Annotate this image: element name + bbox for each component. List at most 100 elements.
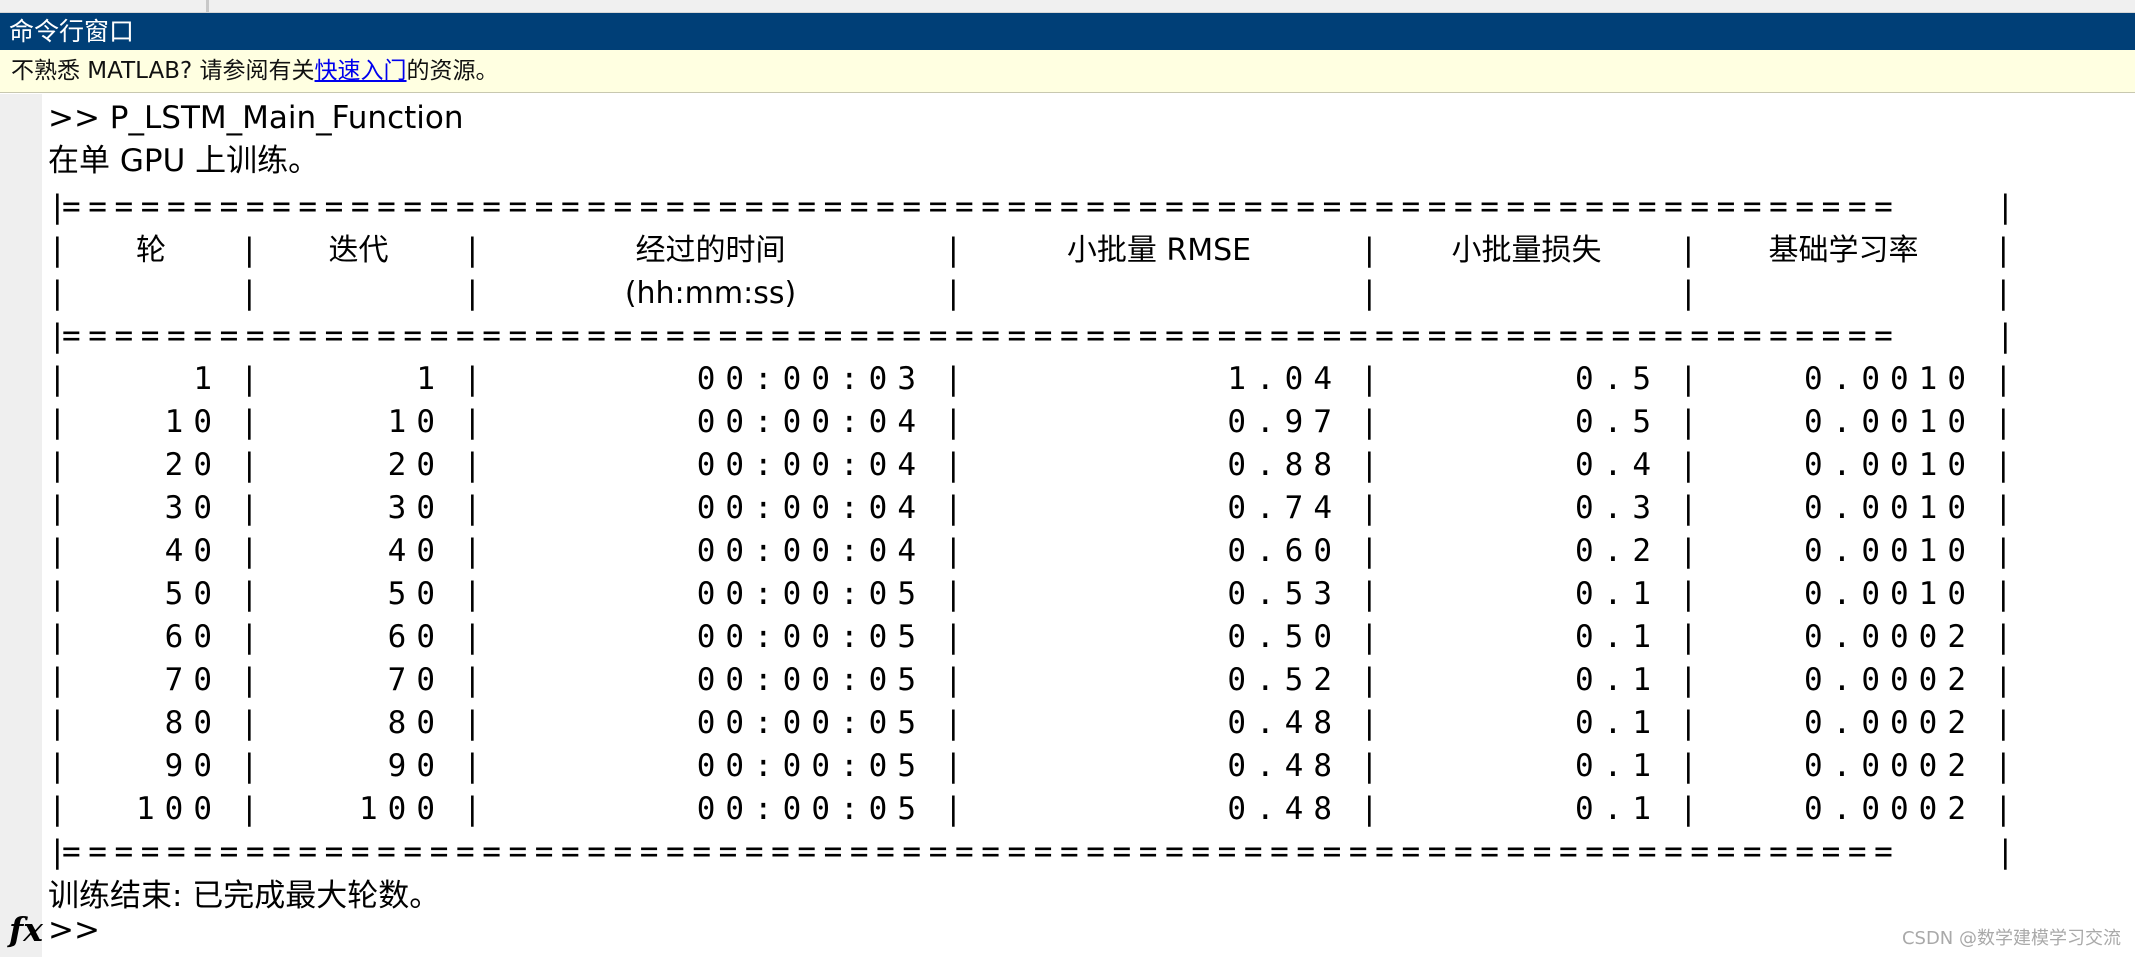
rule-line: ========================================… [62,834,1901,870]
fx-icon[interactable]: fx [9,910,43,950]
cell-iteration: 1 [416,361,445,397]
cell-minibatch-loss: 0.1 [1575,662,1661,698]
column-separator: | [1679,662,1698,698]
toolstrip-splitter[interactable] [206,0,209,12]
cell-epoch: 20 [164,447,222,483]
column-separator: | [1994,533,2013,569]
column-separator: | [463,232,482,268]
column-separator: | [1360,275,1379,311]
cell-minibatch-loss: 0.3 [1575,490,1661,526]
console-output[interactable]: >> P_LSTM_Main_Function 在单 GPU 上训练。 | ===… [48,96,2028,918]
cell-epoch: 60 [164,619,222,655]
command-gutter [0,94,42,957]
cell-epoch: 30 [164,490,222,526]
cell-iteration: 20 [387,447,445,483]
cell-time-elapsed: 00:00:03 [696,361,926,397]
cell-minibatch-rmse: 0.50 [1227,619,1342,655]
cell-iteration: 50 [387,576,445,612]
cell-time-elapsed: 00:00:04 [696,447,926,483]
header-minibatch-rmse [958,272,1360,315]
cell-iteration: 90 [387,748,445,784]
header-iteration [254,272,463,315]
column-separator: | [463,705,482,741]
cell-minibatch-rmse: 0.53 [1227,576,1342,612]
table-border: | [1996,189,2015,225]
cell-time-elapsed: 00:00:04 [696,490,926,526]
window-title-bar[interactable]: 命令行窗口 [0,13,2135,50]
column-separator: | [944,533,963,569]
column-separator: | [944,748,963,784]
getting-started-link[interactable]: 快速入门 [315,58,407,84]
table-border: | [48,318,67,354]
column-separator: | [1994,619,2013,655]
column-separator: | [48,232,67,268]
cell-epoch: 80 [164,705,222,741]
table-bottom-rule: | =======================================… [48,831,2018,874]
cell-minibatch-loss: 0.5 [1575,404,1661,440]
column-separator: | [1679,275,1698,311]
header-time-elapsed: (hh:mm:ss) [624,276,797,311]
cell-iteration: 60 [387,619,445,655]
column-separator: | [48,662,67,698]
cell-base-learning-rate: 0.0010 [1804,490,1976,526]
column-separator: | [944,791,963,827]
column-separator: | [48,533,67,569]
column-separator: | [1679,361,1698,397]
cell-time-elapsed: 00:00:05 [696,619,926,655]
table-row: | 90 | 90 | 00:00:05 | 0.48 | 0.1 | 0.0002 | [48,745,2018,788]
cell-time-elapsed: 00:00:05 [696,705,926,741]
cell-base-learning-rate: 0.0002 [1804,791,1976,827]
cell-minibatch-rmse: 0.52 [1227,662,1342,698]
column-separator: | [1994,662,2013,698]
command-prompt-row[interactable]: fx >> [0,908,400,952]
column-separator: | [463,662,482,698]
column-separator: | [48,275,67,311]
cell-iteration: 80 [387,705,445,741]
column-separator: | [240,705,259,741]
command-prompt[interactable]: >> [48,908,100,952]
column-separator: | [1679,404,1698,440]
column-separator: | [463,791,482,827]
gpu-info-line: 在单 GPU 上训练。 [48,143,320,179]
matlab-command-window: 命令行窗口 不熟悉 MATLAB? 请参阅有关快速入门的资源。 >> P_LST… [0,0,2135,957]
column-separator: | [1679,619,1698,655]
column-separator: | [463,447,482,483]
column-separator: | [1360,619,1379,655]
cell-minibatch-loss: 0.1 [1575,748,1661,784]
column-separator: | [1360,232,1379,268]
column-separator: | [48,619,67,655]
column-separator: | [1679,533,1698,569]
column-separator: | [1994,576,2013,612]
column-separator: | [1360,748,1379,784]
column-separator: | [1994,404,2013,440]
column-separator: | [48,748,67,784]
top-toolstrip-edge [0,0,2135,13]
column-separator: | [240,404,259,440]
table-row: | 30 | 30 | 00:00:04 | 0.74 | 0.3 | 0.0010 | [48,487,2018,530]
column-separator: | [1994,748,2013,784]
cell-time-elapsed: 00:00:05 [696,748,926,784]
header-minibatch-rmse: 小批量 RMSE [1066,233,1252,268]
cell-time-elapsed: 00:00:05 [696,662,926,698]
header-time-elapsed: 经过的时间 [635,233,786,268]
column-separator: | [1360,705,1379,741]
column-separator: | [1679,748,1698,784]
header-epoch [62,272,240,315]
table-row: | 1 | 1 | 00:00:03 | 1.04 | 0.5 | 0.0010 | [48,358,2018,401]
column-separator: | [1679,490,1698,526]
column-separator: | [48,705,67,741]
column-separator: | [1994,791,2013,827]
column-separator: | [240,275,259,311]
table-row: | 60 | 60 | 00:00:05 | 0.50 | 0.1 | 0.0002 | [48,616,2018,659]
column-separator: | [463,619,482,655]
column-separator: | [944,576,963,612]
column-separator: | [240,232,259,268]
column-separator: | [1679,447,1698,483]
cell-time-elapsed: 00:00:04 [696,533,926,569]
column-separator: | [1360,662,1379,698]
cell-time-elapsed: 00:00:05 [696,576,926,612]
cell-epoch: 10 [164,404,222,440]
column-separator: | [48,576,67,612]
help-banner: 不熟悉 MATLAB? 请参阅有关快速入门的资源。 [0,50,2135,93]
header-minibatch-loss: 小批量损失 [1451,233,1602,268]
